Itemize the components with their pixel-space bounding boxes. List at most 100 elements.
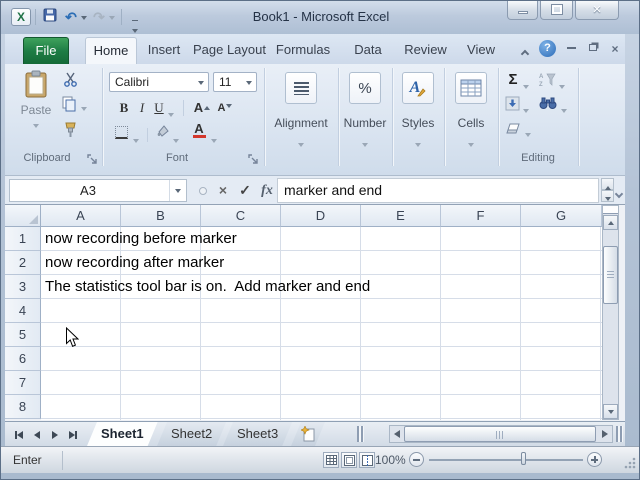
group-styles[interactable]: A Styles: [392, 64, 444, 175]
select-all-corner[interactable]: [5, 205, 41, 227]
autosum-dropdown[interactable]: [523, 78, 529, 96]
sheet-tab-sheet2[interactable]: Sheet2: [157, 422, 226, 446]
workbook-restore-button[interactable]: [583, 41, 603, 57]
number-format-button[interactable]: %: [349, 72, 381, 104]
help-button[interactable]: ?: [539, 40, 556, 57]
formula-input[interactable]: marker and end: [277, 178, 599, 203]
find-select-dropdown[interactable]: [561, 102, 567, 120]
expand-formula-bar-button[interactable]: [616, 184, 622, 202]
zoom-slider-thumb[interactable]: [521, 452, 526, 465]
sheet-tab-sheet1[interactable]: Sheet1: [87, 422, 158, 446]
format-painter-button[interactable]: [63, 122, 83, 142]
maximize-button[interactable]: [540, 1, 573, 20]
font-dialog-launcher[interactable]: [248, 154, 260, 166]
column-header-a[interactable]: A: [41, 205, 121, 227]
font-color-button[interactable]: A: [191, 123, 207, 138]
tab-insert[interactable]: Insert: [142, 37, 186, 64]
enter-button[interactable]: ✓: [235, 180, 255, 201]
group-number[interactable]: % Number: [338, 64, 392, 175]
window-resize-grip[interactable]: [622, 455, 637, 470]
workbook-minimize-button[interactable]: [561, 41, 581, 57]
fill-button[interactable]: [505, 96, 520, 116]
scroll-down-button[interactable]: [603, 404, 618, 419]
italic-button[interactable]: I: [135, 98, 149, 118]
font-name-combo[interactable]: Calibri: [109, 72, 209, 92]
normal-view-button[interactable]: [323, 452, 339, 468]
styles-dropdown[interactable]: [392, 136, 444, 154]
sheet-tab-sheet3[interactable]: Sheet3: [223, 422, 292, 446]
first-sheet-button[interactable]: [10, 426, 27, 443]
row-header-8[interactable]: 8: [5, 395, 41, 419]
zoom-out-button[interactable]: [409, 452, 424, 467]
font-size-combo[interactable]: 11: [213, 72, 257, 92]
previous-sheet-button[interactable]: [28, 426, 45, 443]
name-box-dropdown[interactable]: [169, 180, 186, 201]
font-color-dropdown[interactable]: [211, 132, 217, 150]
increase-font-button[interactable]: A: [191, 98, 213, 118]
last-sheet-button[interactable]: [64, 426, 81, 443]
insert-function-button[interactable]: fx: [257, 180, 277, 201]
cell-styles-button[interactable]: A: [402, 72, 434, 104]
cut-button[interactable]: [63, 72, 83, 92]
row-header-6[interactable]: 6: [5, 347, 41, 371]
copy-button[interactable]: [61, 96, 81, 116]
decrease-font-button[interactable]: A: [215, 98, 235, 118]
tab-review[interactable]: Review: [397, 37, 454, 64]
underline-button[interactable]: U: [151, 98, 167, 118]
paste-button[interactable]: Paste: [13, 70, 59, 148]
sort-filter-button[interactable]: A Z: [539, 72, 556, 92]
row-header-1[interactable]: 1: [5, 227, 41, 251]
minimize-button[interactable]: [507, 1, 538, 20]
zoom-level[interactable]: 100%: [375, 453, 406, 467]
vertical-scrollbar[interactable]: [602, 205, 619, 420]
tab-view[interactable]: View: [458, 37, 504, 64]
fill-dropdown[interactable]: [523, 102, 529, 120]
copy-dropdown[interactable]: [81, 100, 87, 118]
column-header-d[interactable]: D: [281, 205, 361, 227]
scroll-left-button[interactable]: [390, 426, 404, 442]
number-dropdown[interactable]: [338, 136, 392, 154]
clear-button[interactable]: [505, 122, 522, 140]
column-header-e[interactable]: E: [361, 205, 441, 227]
horizontal-scrollbar[interactable]: [389, 425, 613, 443]
insert-worksheet-button[interactable]: [291, 422, 325, 446]
cells-dropdown[interactable]: [444, 136, 498, 154]
cells-button[interactable]: [455, 72, 487, 104]
page-break-view-button[interactable]: [359, 452, 375, 468]
autosum-button[interactable]: Σ: [505, 70, 521, 90]
find-select-button[interactable]: [539, 96, 557, 115]
cancel-button[interactable]: ×: [213, 180, 233, 201]
formula-bar-resize-dimple[interactable]: [199, 187, 207, 195]
underline-dropdown[interactable]: [168, 106, 174, 124]
group-alignment[interactable]: Alignment: [264, 64, 338, 175]
borders-dropdown[interactable]: [133, 132, 139, 150]
row-header-5[interactable]: 5: [5, 323, 41, 347]
workbook-close-button[interactable]: ×: [605, 41, 625, 57]
page-layout-view-button[interactable]: [341, 452, 357, 468]
clipboard-dialog-launcher[interactable]: [87, 154, 99, 166]
clear-dropdown[interactable]: [525, 126, 531, 144]
next-sheet-button[interactable]: [46, 426, 63, 443]
vertical-scroll-thumb[interactable]: [603, 246, 618, 304]
row-header-7[interactable]: 7: [5, 371, 41, 395]
minimize-ribbon-button[interactable]: [516, 44, 534, 62]
column-header-f[interactable]: F: [441, 205, 521, 227]
column-header-g[interactable]: G: [521, 205, 602, 227]
zoom-in-button[interactable]: [587, 452, 602, 467]
fill-color-button[interactable]: [155, 124, 171, 144]
sort-filter-dropdown[interactable]: [559, 78, 565, 96]
tab-page-layout[interactable]: Page Layout: [190, 37, 269, 64]
formula-bar-scroll-down[interactable]: [601, 190, 614, 202]
name-box[interactable]: A3: [9, 179, 187, 202]
column-header-b[interactable]: B: [121, 205, 201, 227]
tab-split-handle[interactable]: [357, 426, 364, 442]
scroll-up-button[interactable]: [603, 215, 618, 230]
borders-button[interactable]: [115, 126, 128, 144]
tab-data[interactable]: Data: [344, 37, 392, 64]
formula-bar-scroll-up[interactable]: [601, 178, 614, 190]
row-header-4[interactable]: 4: [5, 299, 41, 323]
vertical-split-box[interactable]: [603, 206, 618, 214]
fill-color-dropdown[interactable]: [173, 132, 179, 150]
row-header-2[interactable]: 2: [5, 251, 41, 275]
group-cells[interactable]: Cells: [444, 64, 498, 175]
